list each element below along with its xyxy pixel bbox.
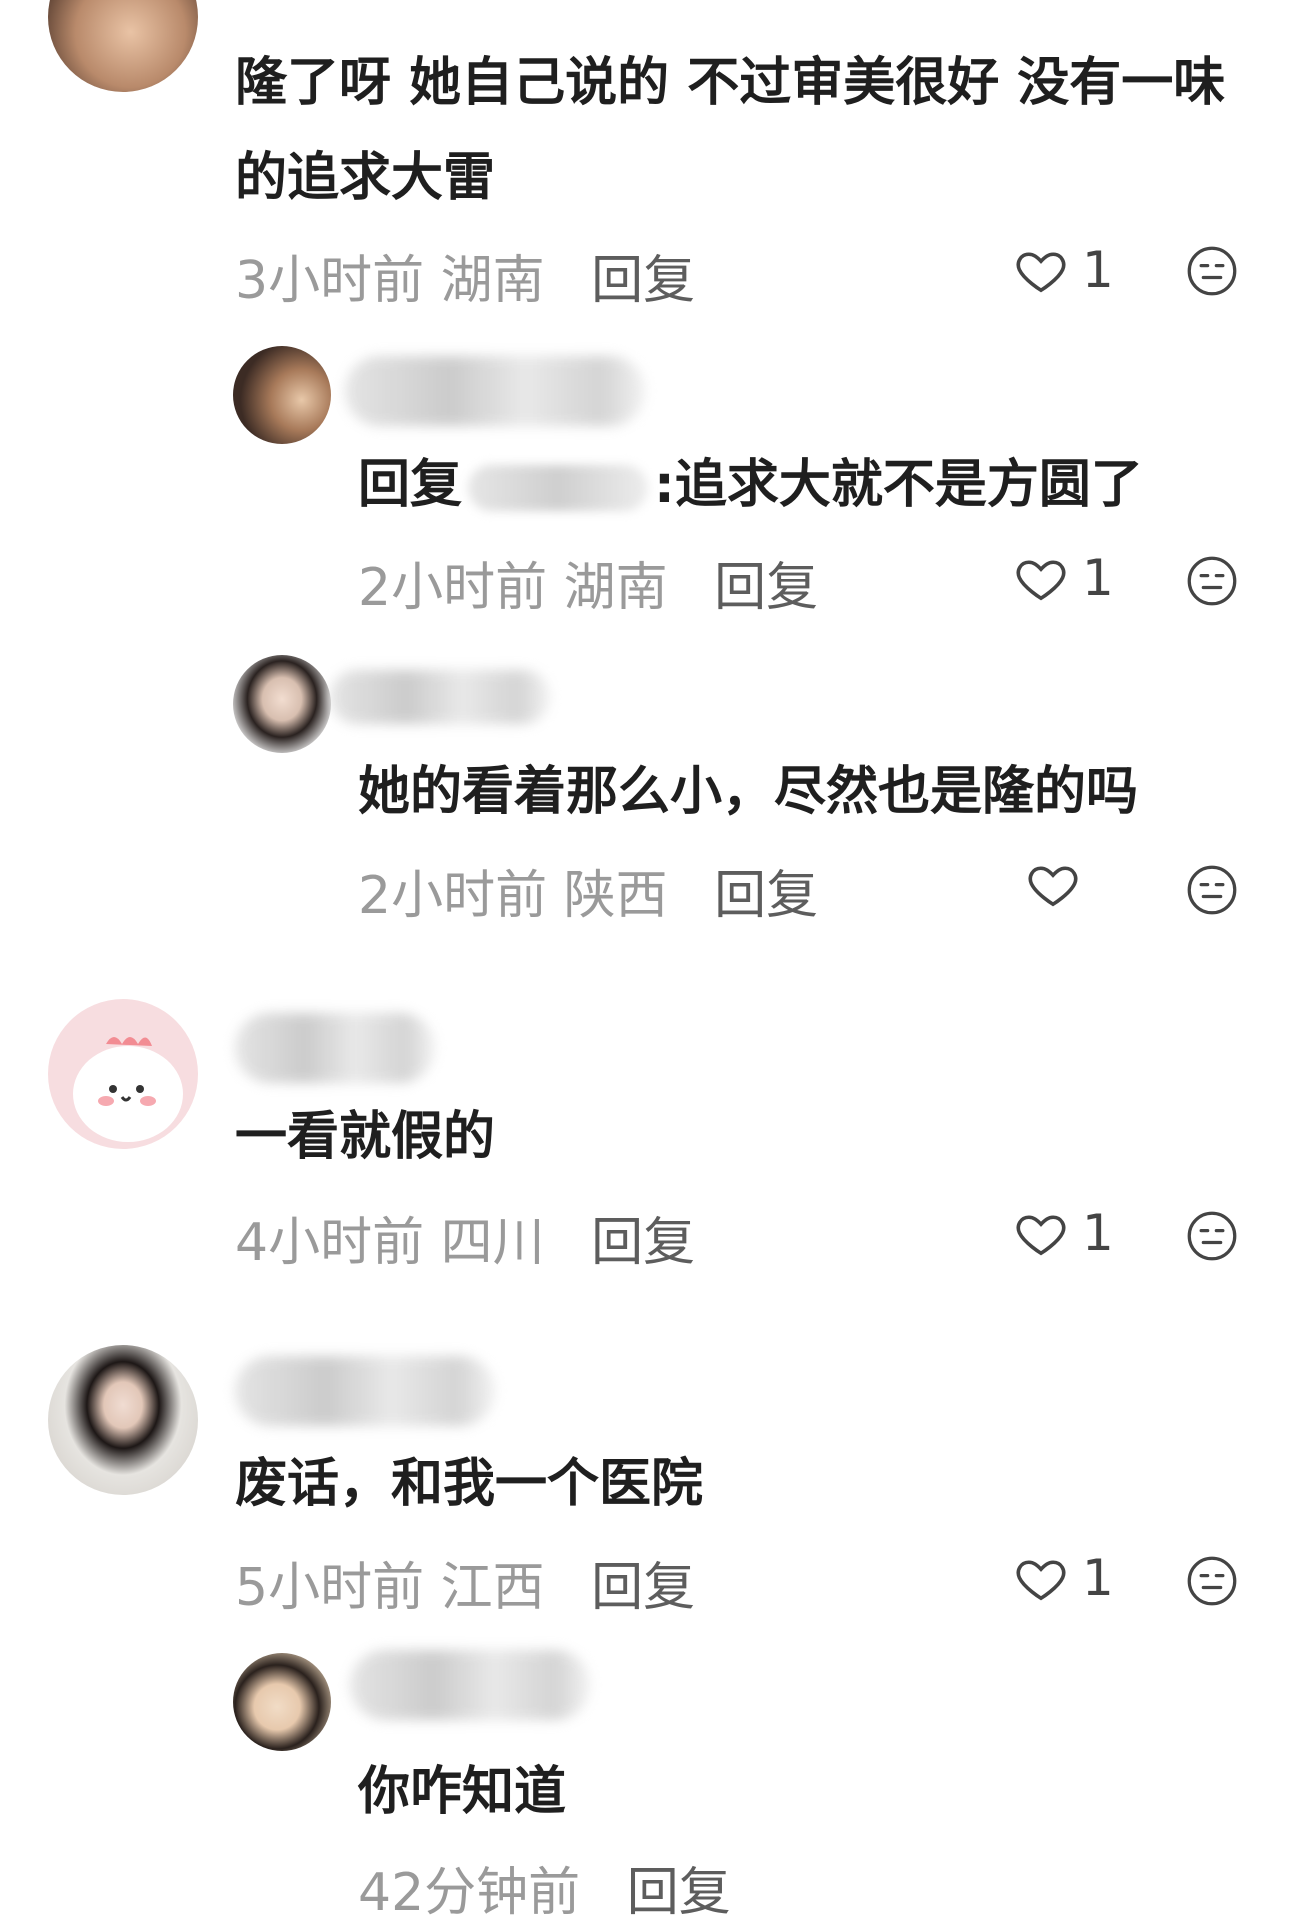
redacted-username [350,1650,590,1720]
like-button[interactable]: 1 [1014,1204,1114,1262]
comment-meta: 42分钟前 回复 [358,1850,731,1925]
comment-meta: 5小时前 江西 回复 [235,1545,695,1620]
heart-outline-icon [1016,252,1066,293]
comment-time: 4小时前 [235,1213,425,1273]
comment-text: 废话，和我一个医院 [235,1454,704,1514]
redacted-username [235,1356,495,1426]
meh-face-icon[interactable] [1186,1210,1238,1262]
reply-button[interactable]: 回复 [627,1863,731,1923]
comment-time: 42分钟前 [358,1863,581,1923]
comment-region: 四川 [440,1213,545,1273]
redacted-mention [468,465,649,511]
cartoon-avatar-icon [73,1037,183,1142]
meh-face-icon[interactable] [1186,555,1238,607]
comment-time: 2小时前 [358,558,548,618]
avatar[interactable] [233,346,331,444]
reply-button[interactable]: 回复 [714,866,818,926]
reply-button[interactable]: 回复 [591,1213,695,1273]
like-count: 1 [1082,241,1114,299]
comment-meta: 2小时前 湖南 回复 [358,545,818,620]
reply-prefix: 回复 [358,455,463,515]
comment-meta: 2小时前 陕西 回复 [358,853,818,928]
comment-text: 她的看着那么小，尽然也是隆的吗 [358,762,1139,822]
comment-time: 5小时前 [235,1558,425,1618]
avatar[interactable] [233,1653,331,1751]
avatar[interactable] [48,1345,198,1495]
meh-face-icon[interactable] [1186,245,1238,297]
meh-face-icon[interactable] [1186,864,1238,916]
comment-text: 回复:追求大就不是方圆了 [358,455,1143,515]
redacted-username [235,1013,435,1083]
reply-body: 追求大就不是方圆了 [674,455,1143,515]
comment-text: 一看就假的 [235,1107,496,1167]
comment-text: 隆了呀 她自己说的 不过审美很好 没有一味的追求大雷 [235,53,1226,208]
comment-meta: 3小时前 湖南 回复 [235,238,695,313]
redacted-username [345,356,645,426]
heart-outline-icon [1016,560,1066,601]
like-button[interactable]: 1 [1014,1549,1114,1607]
heart-outline-icon [1028,866,1078,907]
meh-face-icon[interactable] [1186,1555,1238,1607]
like-count: 1 [1082,549,1114,607]
avatar[interactable] [48,0,198,92]
comment-meta: 4小时前 四川 回复 [235,1200,695,1275]
heart-outline-icon [1016,1215,1066,1256]
reply-button[interactable]: 回复 [591,1558,695,1618]
comment-region: 湖南 [563,558,668,618]
comment-time: 2小时前 [358,866,548,926]
redacted-username [330,670,550,724]
comment-region: 江西 [440,1558,545,1618]
like-count: 1 [1082,1204,1114,1262]
reply-button[interactable]: 回复 [714,558,818,618]
avatar[interactable] [48,999,198,1149]
comment-region: 湖南 [440,251,545,311]
like-count: 1 [1082,1549,1114,1607]
like-button[interactable]: 1 [1014,549,1114,607]
comment-text: 你咋知道 [358,1762,567,1822]
heart-outline-icon [1016,1560,1066,1601]
like-button[interactable]: 1 [1014,241,1114,299]
like-button[interactable] [1026,857,1094,911]
reply-button[interactable]: 回复 [591,251,695,311]
avatar[interactable] [233,655,331,753]
comment-time: 3小时前 [235,251,425,311]
comment-region: 陕西 [563,866,668,926]
